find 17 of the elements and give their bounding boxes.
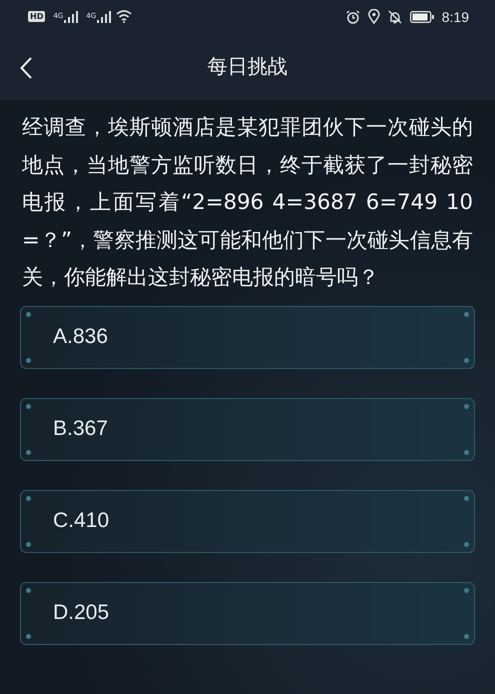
signal-icon bbox=[64, 10, 78, 22]
muted-bell-icon bbox=[388, 10, 402, 24]
question-text: 经调查，埃斯顿酒店是某犯罪团伙下一次碰头的地点，当地警方监听数日，终于截获了一封秘密电报，上面写着“2=896 4=3687 6=749 10=？”，警察推测这可能和他们下一次碰头信息有关，你能解出这封秘密电报的暗号吗？ bbox=[22, 113, 473, 291]
answer-option[interactable]: A.836 bbox=[20, 306, 475, 368]
location-icon bbox=[368, 9, 380, 24]
battery-icon bbox=[410, 10, 434, 22]
answer-option[interactable]: C.410 bbox=[20, 490, 475, 552]
answer-option[interactable]: D.205 bbox=[20, 582, 475, 644]
answer-option[interactable]: B.367 bbox=[20, 398, 475, 460]
wifi-icon bbox=[116, 10, 132, 23]
signal-icon bbox=[97, 10, 112, 22]
back-button[interactable] bbox=[18, 55, 34, 81]
back-icon bbox=[20, 57, 32, 79]
page-title: 每日挑战 bbox=[208, 53, 288, 80]
clock-time: 8:19 bbox=[442, 8, 469, 24]
hd-badge: HD bbox=[28, 11, 46, 22]
alarm-icon bbox=[346, 10, 360, 24]
